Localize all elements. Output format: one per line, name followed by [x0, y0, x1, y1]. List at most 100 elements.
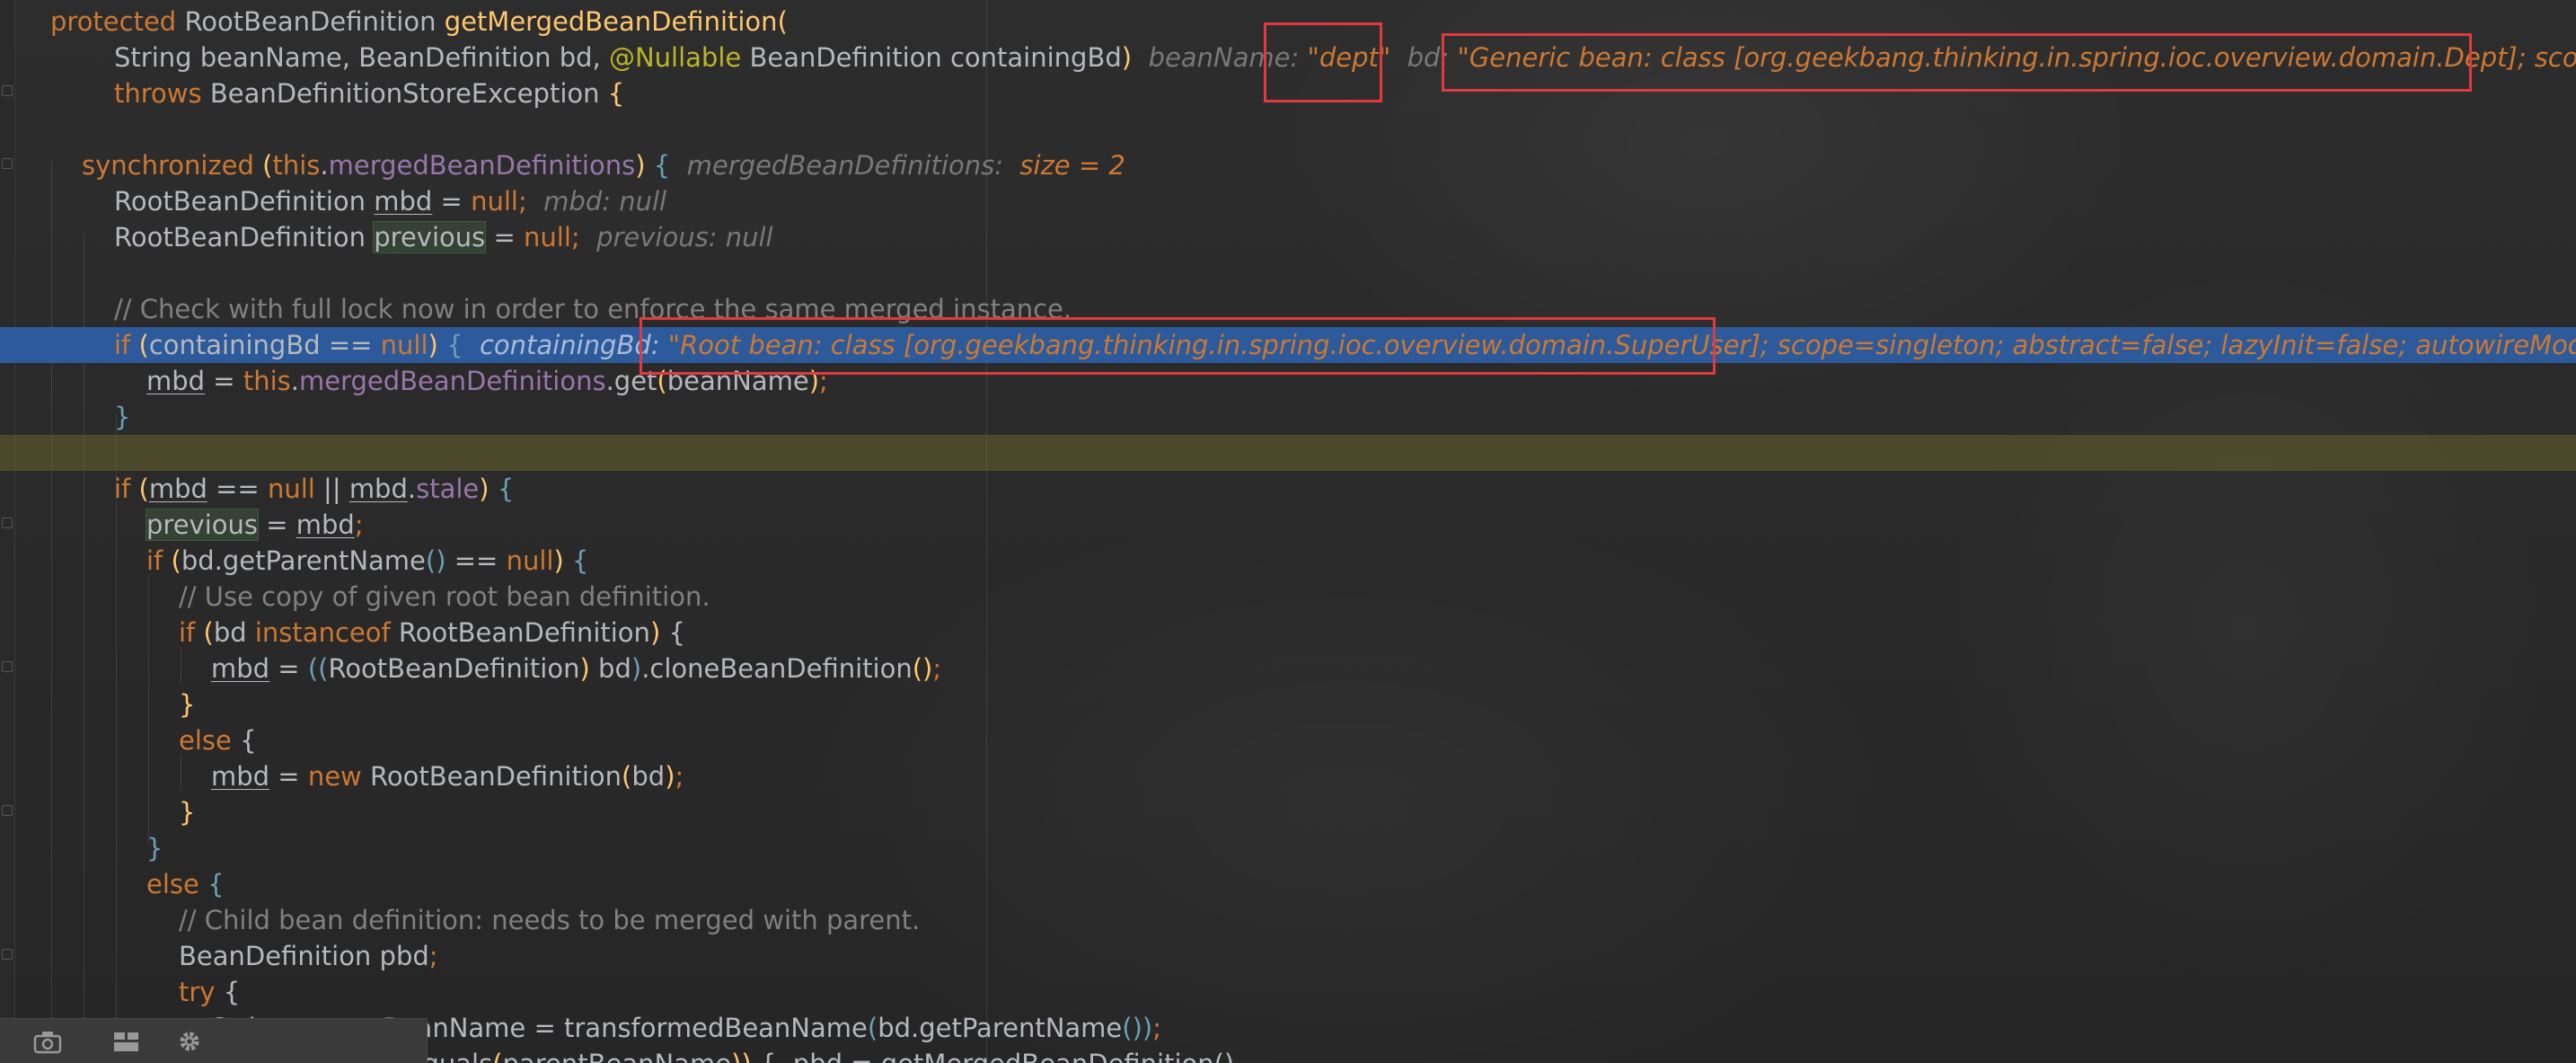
code-token: } [179, 797, 196, 828]
code-line[interactable]: previous = mbd; [0, 507, 2576, 543]
code-token: ( [657, 366, 667, 396]
code-line[interactable]: else { [0, 866, 2576, 902]
code-token: ( [203, 617, 214, 648]
camera-icon[interactable] [32, 1028, 63, 1055]
code-line[interactable]: if (bd instanceof RootBeanDefinition) { [0, 615, 2576, 651]
code-line[interactable]: synchronized (this.mergedBeanDefinitions… [0, 147, 2576, 183]
code-line[interactable]: protected RootBeanDefinition getMergedBe… [0, 4, 2576, 40]
code-token: ; [1152, 1013, 1161, 1043]
code-token: mbd [296, 509, 355, 540]
code-token: if [114, 330, 139, 360]
code-token: ; [354, 509, 364, 540]
code-token: previous [373, 221, 487, 253]
code-line[interactable]: throws BeanDefinitionStoreException { [0, 75, 2576, 111]
code-token: ) [665, 761, 675, 792]
code-line[interactable]: mbd = ((RootBeanDefinition) bd).cloneBea… [0, 651, 2576, 687]
code-token: // Check with full lock now in order to … [114, 294, 1072, 324]
code-line[interactable]: RootBeanDefinition previous = null; prev… [0, 219, 2576, 255]
code-editor[interactable]: protected RootBeanDefinition getMergedBe… [0, 0, 2576, 1063]
code-token: { [571, 545, 589, 576]
code-token: RootBeanDefinition [370, 761, 622, 792]
code-token: ()) [1122, 1013, 1153, 1043]
code-token: this [243, 366, 291, 396]
inline-debug-value: size = 2 [1019, 150, 1125, 181]
code-text: if (bd.getParentName() == null) { [146, 543, 588, 579]
code-token: = [258, 509, 296, 540]
code-token: get [613, 366, 657, 396]
code-line[interactable]: // Child bean definition: needs to be me… [0, 902, 2576, 938]
code-token: ; [819, 366, 828, 396]
code-line[interactable]: if (bd.getParentName() == null) { [0, 543, 2576, 579]
code-line[interactable]: if (containingBd == null) { containingBd… [0, 327, 2576, 363]
code-line[interactable]: } [0, 399, 2576, 435]
code-line[interactable]: String beanName, BeanDefinition bd, @Nul… [0, 40, 2576, 75]
code-line[interactable] [0, 255, 2576, 291]
code-token: RootBeanDefinition [184, 6, 445, 37]
code-token: mbd [146, 366, 206, 396]
code-line[interactable]: mbd = new RootBeanDefinition(bd); [0, 758, 2576, 794]
code-token: else [146, 869, 208, 899]
code-line[interactable]: } [0, 794, 2576, 830]
inline-debug-value: containingBd: [479, 330, 668, 360]
code-text: // Use copy of given root bean definitio… [179, 579, 710, 615]
code-token: ) [649, 617, 669, 648]
code-token: () [912, 653, 933, 684]
code-line[interactable] [0, 435, 2576, 471]
code-token: ) [479, 474, 498, 504]
code-line[interactable]: try { [0, 974, 2576, 1010]
code-token: ; [428, 941, 438, 971]
code-token: .cloneBeanDefinition [641, 653, 913, 684]
code-token: ) [428, 330, 447, 360]
code-text: } [179, 687, 195, 722]
inline-debug-value: "dept" [1307, 42, 1391, 73]
code-token: getMergedBeanDefinition [444, 6, 778, 37]
inline-debug-value: previous: null [596, 222, 773, 252]
code-token: . [605, 366, 614, 396]
code-token: == [446, 545, 507, 576]
code-token: RootBeanDefinition [398, 617, 650, 648]
inline-debug-value: beanName: [1148, 42, 1308, 73]
code-line[interactable]: } [0, 687, 2576, 722]
gear-icon[interactable] [174, 1028, 205, 1055]
code-line[interactable]: } [0, 830, 2576, 866]
code-token: // Use copy of given root bean definitio… [179, 581, 710, 612]
code-token: { [446, 330, 480, 360]
code-token: = [205, 366, 243, 396]
code-token: null [380, 330, 428, 360]
code-line[interactable]: // Use copy of given root bean definitio… [0, 579, 2576, 615]
code-token: || [323, 474, 349, 504]
code-line[interactable]: BeanDefinition pbd; [0, 938, 2576, 974]
code-token: ( [138, 330, 149, 360]
code-token: BeanDefinition containingBd [749, 42, 1122, 73]
code-token: } [146, 833, 163, 864]
code-line[interactable]: if (mbd == null || mbd.stale) { [0, 471, 2576, 507]
code-token: @Nullable [608, 42, 750, 73]
code-line[interactable] [0, 111, 2576, 147]
code-token: mbd [374, 186, 433, 217]
layout-icon[interactable] [111, 1028, 142, 1055]
code-token: bd [589, 653, 631, 684]
code-text: else { [146, 866, 225, 902]
code-token: mergedBeanDefinitions [328, 150, 636, 181]
code-token: ( [171, 545, 181, 576]
code-token: mergedBeanDefinitions [298, 366, 606, 396]
code-token: () [425, 545, 446, 576]
code-token: (( [307, 653, 329, 684]
code-token: null [471, 186, 518, 217]
code-line[interactable]: // Check with full lock now in order to … [0, 291, 2576, 327]
code-token: { [668, 617, 685, 648]
code-text: else { [179, 722, 257, 758]
code-token: protected [50, 6, 185, 37]
code-line[interactable]: RootBeanDefinition mbd = null; mbd: null [0, 183, 2576, 219]
code-token: ( [262, 150, 273, 181]
code-text: if (bd instanceof RootBeanDefinition) { [179, 615, 685, 651]
code-text: synchronized (this.mergedBeanDefinitions… [82, 147, 1125, 183]
code-token: = [269, 761, 308, 792]
code-token: BeanDefinitionStoreException [209, 78, 608, 109]
code-token: bd [213, 617, 255, 648]
code-line[interactable]: else { [0, 722, 2576, 758]
code-token: synchronized [82, 150, 263, 181]
code-token: null [506, 545, 554, 576]
code-line[interactable]: mbd = this.mergedBeanDefinitions.get(bea… [0, 363, 2576, 399]
code-text: } [146, 830, 163, 866]
